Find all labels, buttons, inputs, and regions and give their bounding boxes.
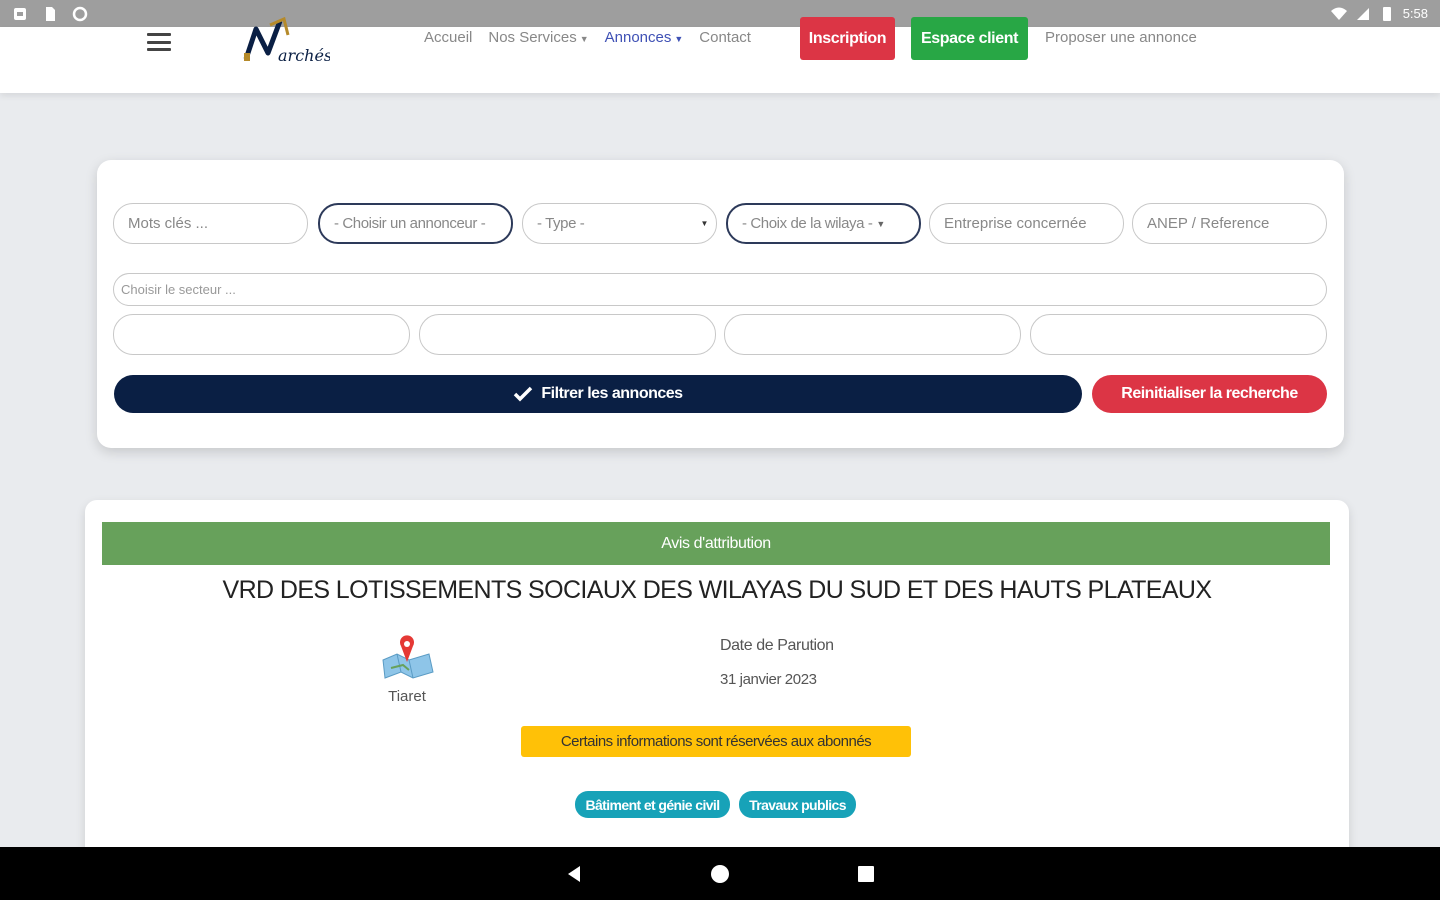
nav-nos-services[interactable]: Nos Services ▼ bbox=[488, 29, 588, 46]
android-navigation-bar bbox=[0, 847, 1440, 900]
entreprise-input[interactable] bbox=[944, 215, 1109, 232]
publication-date-label: Date de Parution bbox=[720, 637, 834, 654]
extra-filter-4[interactable] bbox=[1030, 314, 1327, 355]
anep-input-wrapper bbox=[1132, 203, 1327, 244]
type-select[interactable]: - Type - ▼ bbox=[522, 203, 717, 244]
announcement-location: Tiaret bbox=[388, 688, 426, 705]
nav-annonces[interactable]: Annonces ▼ bbox=[605, 29, 684, 46]
sector-input-wrapper bbox=[113, 273, 1327, 306]
map-location-icon bbox=[382, 635, 434, 679]
sector-input[interactable] bbox=[121, 282, 1319, 297]
filter-button-label: Filtrer les annonces bbox=[541, 385, 683, 402]
publication-date-value: 31 janvier 2023 bbox=[720, 671, 817, 688]
android-status-bar: 5:58 bbox=[0, 0, 1440, 27]
nav-nos-services-label: Nos Services bbox=[488, 29, 577, 46]
top-navbar: archés Accueil Nos Services ▼ Annonces ▼ C… bbox=[0, 16, 1440, 93]
wilaya-select-label: - Choix de la wilaya - bbox=[742, 215, 873, 232]
notification-icon bbox=[14, 7, 26, 20]
proposer-annonce-link[interactable]: Proposer une annonce bbox=[1045, 29, 1197, 46]
entreprise-input-wrapper bbox=[929, 203, 1124, 244]
nav-annonces-label: Annonces bbox=[604, 29, 672, 46]
caret-down-icon: ▼ bbox=[674, 34, 684, 44]
annonceur-select-label: - Choisir un annonceur - bbox=[334, 215, 486, 232]
filter-card: - Choisir un annonceur - - Type - ▼ - Ch… bbox=[97, 160, 1344, 448]
announcement-card[interactable]: Avis d'attribution VRD DES LOTISSEMENTS … bbox=[85, 500, 1349, 860]
check-icon bbox=[514, 386, 533, 402]
home-circle-icon bbox=[711, 864, 729, 883]
back-triangle-icon bbox=[568, 865, 580, 882]
nav-contact[interactable]: Contact bbox=[699, 29, 751, 46]
status-icons-right: 5:58 bbox=[1330, 6, 1428, 22]
sector-tag-batiment[interactable]: Bâtiment et génie civil bbox=[575, 791, 730, 818]
anep-reference-input[interactable] bbox=[1147, 215, 1312, 232]
nav-contact-label: Contact bbox=[699, 29, 751, 46]
wilaya-select[interactable]: - Choix de la wilaya - ▼ bbox=[726, 203, 921, 244]
recents-square-icon bbox=[858, 865, 874, 882]
svg-text:archés: archés bbox=[278, 46, 330, 65]
signal-icon bbox=[1356, 7, 1369, 20]
inscription-button[interactable]: Inscription bbox=[800, 17, 895, 60]
wifi-icon bbox=[1330, 7, 1347, 20]
extra-filter-1[interactable] bbox=[113, 314, 410, 355]
annonceur-select[interactable]: - Choisir un annonceur - bbox=[318, 203, 513, 244]
home-button[interactable] bbox=[707, 861, 733, 887]
sector-tag-travaux-publics[interactable]: Travaux publics bbox=[739, 791, 856, 818]
espace-client-button[interactable]: Espace client bbox=[911, 17, 1028, 60]
keywords-input[interactable] bbox=[128, 215, 293, 232]
back-button[interactable] bbox=[561, 861, 587, 887]
reset-search-button[interactable]: Reinitialiser la recherche bbox=[1092, 375, 1327, 413]
select-arrow-icon: ▼ bbox=[700, 219, 708, 228]
status-icons-left bbox=[12, 6, 88, 22]
sd-card-icon bbox=[46, 6, 55, 21]
subscriber-notice: Certains informations sont réservées aux… bbox=[521, 726, 911, 757]
announcement-title[interactable]: VRD DES LOTISSEMENTS SOCIAUX DES WILAYAS… bbox=[85, 576, 1349, 605]
nav-accueil-label: Accueil bbox=[424, 29, 473, 46]
type-select-label: - Type - bbox=[537, 215, 585, 232]
sync-icon bbox=[72, 6, 88, 21]
menu-hamburger-icon[interactable] bbox=[147, 33, 171, 51]
recents-button[interactable] bbox=[853, 861, 879, 887]
announcement-category-banner: Avis d'attribution bbox=[102, 522, 1330, 565]
battery-icon bbox=[1382, 6, 1391, 21]
extra-filter-3[interactable] bbox=[724, 314, 1021, 355]
caret-down-icon: ▼ bbox=[579, 34, 589, 44]
status-time: 5:58 bbox=[1402, 6, 1428, 21]
caret-down-icon: ▼ bbox=[876, 218, 885, 229]
keywords-input-wrapper bbox=[113, 203, 308, 244]
extra-filter-2[interactable] bbox=[419, 314, 716, 355]
site-logo[interactable]: archés bbox=[240, 15, 330, 65]
main-nav-links: Accueil Nos Services ▼ Annonces ▼ Contact bbox=[424, 29, 751, 46]
filter-announcements-button[interactable]: Filtrer les annonces bbox=[114, 375, 1082, 413]
nav-accueil[interactable]: Accueil bbox=[424, 29, 472, 46]
